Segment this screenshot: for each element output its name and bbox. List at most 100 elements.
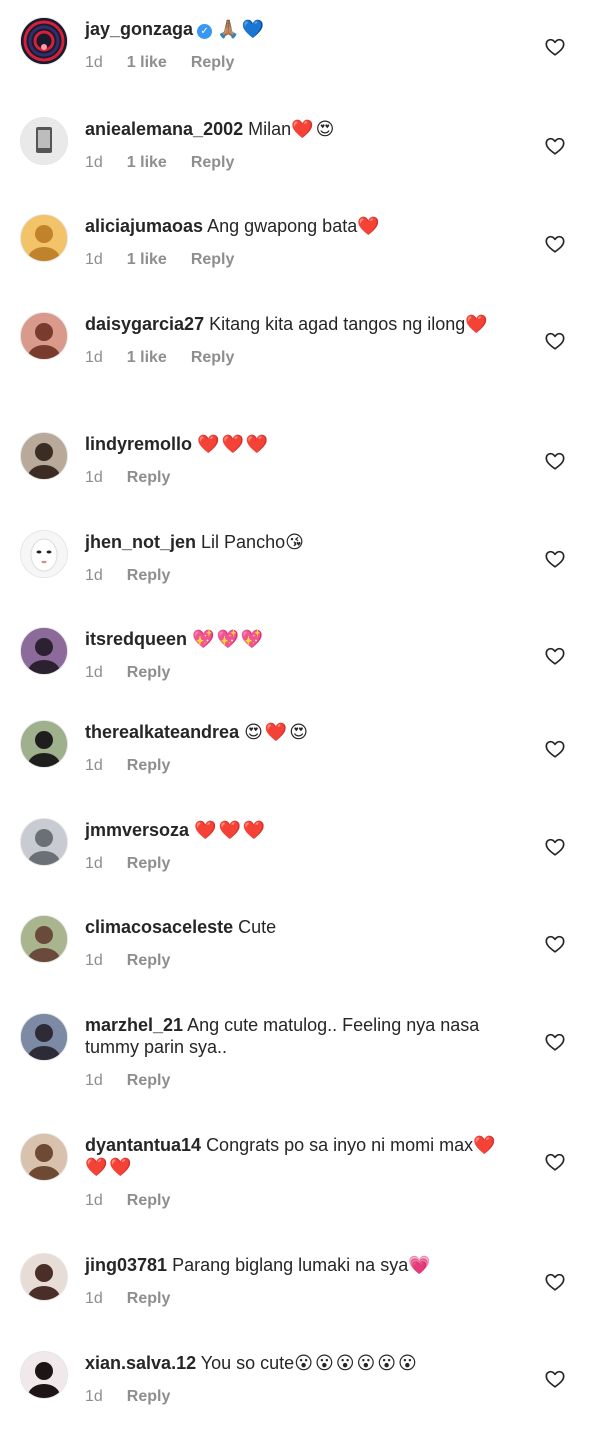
username-link[interactable]: xian.salva.12 xyxy=(85,1353,196,1373)
avatar[interactable] xyxy=(20,1133,68,1181)
reply-button[interactable]: Reply xyxy=(191,154,235,172)
avatar[interactable] xyxy=(20,1351,68,1399)
reply-button[interactable]: Reply xyxy=(127,757,171,775)
reply-button[interactable]: Reply xyxy=(127,1388,171,1406)
timestamp: 1d xyxy=(85,567,103,584)
comment-body: therealkateandrea 😍❤️😍 1d Reply xyxy=(85,721,515,775)
comment-emoji: 💖💖💖 xyxy=(192,629,266,649)
username-link[interactable]: aliciajumaoas xyxy=(85,216,203,236)
heart-outline-icon[interactable] xyxy=(544,1031,566,1053)
reply-button[interactable]: Reply xyxy=(191,349,235,367)
avatar[interactable] xyxy=(20,627,68,675)
reply-button[interactable]: Reply xyxy=(127,1290,171,1308)
heart-outline-icon[interactable] xyxy=(544,450,566,472)
heart-outline-icon[interactable] xyxy=(544,548,566,570)
reply-button[interactable]: Reply xyxy=(127,855,171,873)
username-link[interactable]: jing03781 xyxy=(85,1255,167,1275)
comment-emoji: 💗 xyxy=(408,1255,433,1275)
reply-button[interactable]: Reply xyxy=(127,952,171,970)
reply-button[interactable]: Reply xyxy=(191,251,235,269)
comment-emoji: 😍❤️😍 xyxy=(244,722,311,742)
reply-button[interactable]: Reply xyxy=(127,567,171,585)
username-link[interactable]: therealkateandrea xyxy=(85,722,239,742)
username-link[interactable]: aniealemana_2002 xyxy=(85,119,243,139)
comment-emoji: 😘 xyxy=(285,532,306,552)
username-link[interactable]: dyantantua14 xyxy=(85,1135,201,1155)
comment-body: jay_gonzaga ✓ 🙏🏽💙 1d 1 like Reply xyxy=(85,18,515,72)
timestamp: 1d xyxy=(85,855,103,872)
like-count-link[interactable]: 1 like xyxy=(127,54,167,72)
comment-text: xian.salva.12 You so cute😮😮😮😮😮😮 xyxy=(85,1352,515,1374)
heart-outline-icon[interactable] xyxy=(544,1271,566,1293)
avatar[interactable] xyxy=(20,117,68,165)
comment-message: Cute xyxy=(238,917,277,937)
reply-button[interactable]: Reply xyxy=(127,469,171,487)
avatar[interactable] xyxy=(20,1253,68,1301)
comment-message: Congrats po sa inyo ni momi max xyxy=(206,1135,474,1155)
heart-outline-icon[interactable] xyxy=(544,1368,566,1390)
timestamp: 1d xyxy=(85,54,103,71)
timestamp: 1d xyxy=(85,349,103,366)
username-link[interactable]: climacosaceleste xyxy=(85,917,233,937)
comment-meta: 1d Reply xyxy=(85,952,515,970)
heart-outline-icon[interactable] xyxy=(544,36,566,58)
avatar[interactable] xyxy=(20,1013,68,1061)
comment-text: jhen_not_jen Lil Pancho😘 xyxy=(85,531,515,553)
username-link[interactable]: jay_gonzaga xyxy=(85,19,193,39)
heart-outline-icon[interactable] xyxy=(544,233,566,255)
comment-text: itsredqueen 💖💖💖 xyxy=(85,628,515,650)
username-link[interactable]: lindyremollo xyxy=(85,434,192,454)
username-link[interactable]: jmmversoza xyxy=(85,820,189,840)
avatar[interactable] xyxy=(20,720,68,768)
comment-body: marzhel_21 Ang cute matulog.. Feeling ny… xyxy=(85,1014,515,1090)
heart-outline-icon[interactable] xyxy=(544,836,566,858)
username-link[interactable]: itsredqueen xyxy=(85,629,187,649)
timestamp: 1d xyxy=(85,1290,103,1307)
comment-meta: 1d Reply xyxy=(85,1290,515,1308)
like-count-link[interactable]: 1 like xyxy=(127,349,167,367)
avatar[interactable] xyxy=(20,530,68,578)
heart-outline-icon[interactable] xyxy=(544,135,566,157)
avatar[interactable] xyxy=(20,17,68,65)
heart-outline-icon[interactable] xyxy=(544,330,566,352)
comment-meta: 1d Reply xyxy=(85,1192,515,1210)
avatar[interactable] xyxy=(20,818,68,866)
username-link[interactable]: marzhel_21 xyxy=(85,1015,183,1035)
comment-message: Lil Pancho xyxy=(201,532,286,552)
reply-button[interactable]: Reply xyxy=(127,664,171,682)
timestamp: 1d xyxy=(85,664,103,681)
comment-emoji: ❤️😍 xyxy=(291,119,337,139)
comment-body: itsredqueen 💖💖💖 1d Reply xyxy=(85,628,515,682)
like-count-link[interactable]: 1 like xyxy=(127,154,167,172)
verified-badge-icon: ✓ xyxy=(197,24,213,39)
avatar[interactable] xyxy=(20,214,68,262)
username-link[interactable]: jhen_not_jen xyxy=(85,532,196,552)
username-link[interactable]: daisygarcia27 xyxy=(85,314,204,334)
timestamp: 1d xyxy=(85,154,103,171)
timestamp: 1d xyxy=(85,952,103,969)
avatar[interactable] xyxy=(20,432,68,480)
comment-emoji: 😮😮😮😮😮😮 xyxy=(294,1353,419,1373)
comment-meta: 1d 1 like Reply xyxy=(85,54,515,72)
reply-button[interactable]: Reply xyxy=(191,54,235,72)
avatar[interactable] xyxy=(20,312,68,360)
timestamp: 1d xyxy=(85,1192,103,1209)
comment-body: daisygarcia27 Kitang kita agad tangos ng… xyxy=(85,313,515,367)
comment-meta: 1d Reply xyxy=(85,567,515,585)
comment-body: xian.salva.12 You so cute😮😮😮😮😮😮 1d Reply xyxy=(85,1352,515,1406)
avatar[interactable] xyxy=(20,915,68,963)
comment-meta: 1d Reply xyxy=(85,469,515,487)
comment-emoji: 🙏🏽💙 xyxy=(217,19,266,39)
heart-outline-icon[interactable] xyxy=(544,738,566,760)
timestamp: 1d xyxy=(85,1072,103,1089)
heart-outline-icon[interactable] xyxy=(544,1151,566,1173)
reply-button[interactable]: Reply xyxy=(127,1192,171,1210)
comment-body: jhen_not_jen Lil Pancho😘 1d Reply xyxy=(85,531,515,585)
comment-body: dyantantua14 Congrats po sa inyo ni momi… xyxy=(85,1134,515,1210)
like-count-link[interactable]: 1 like xyxy=(127,251,167,269)
reply-button[interactable]: Reply xyxy=(127,1072,171,1090)
comment-body: aniealemana_2002 Milan❤️😍 1d 1 like Reply xyxy=(85,118,515,172)
comment-message: You so cute xyxy=(200,1353,295,1373)
heart-outline-icon[interactable] xyxy=(544,645,566,667)
heart-outline-icon[interactable] xyxy=(544,933,566,955)
